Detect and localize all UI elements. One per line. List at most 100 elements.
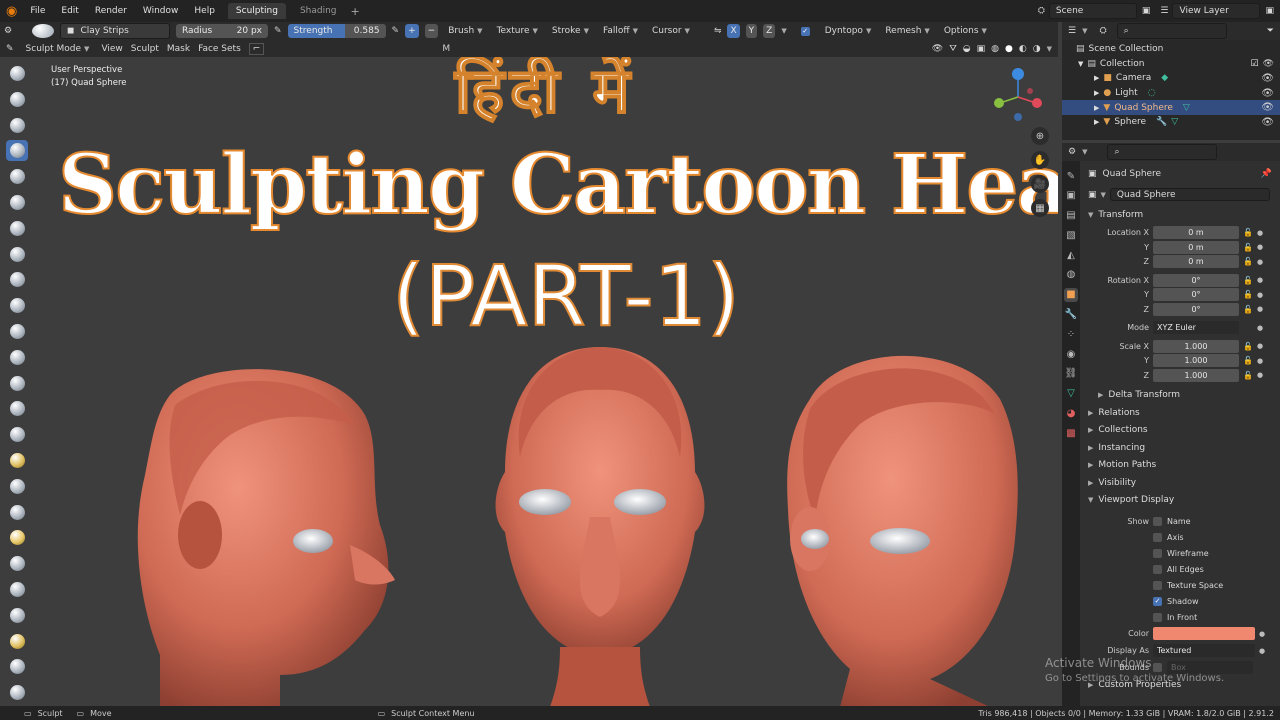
brush-preview-icon[interactable] [32, 24, 54, 38]
symmetry-x-toggle[interactable]: X [727, 24, 740, 38]
keyframe-dot-icon[interactable]: ● [1257, 243, 1265, 251]
lock-icon[interactable]: 🔓 [1243, 290, 1253, 299]
chevron-down-icon[interactable]: ▼ [1082, 148, 1087, 156]
new-scene-icon[interactable]: ▣ [1142, 6, 1151, 16]
checkbox-icon[interactable]: ☑ [1250, 59, 1258, 69]
modifier-tab-icon[interactable]: 🔧 [1064, 308, 1078, 322]
rotation-mode-select[interactable]: XYZ Euler [1153, 321, 1239, 335]
lock-icon[interactable]: 🔓 [1243, 243, 1253, 252]
direction-add-button[interactable]: + [405, 24, 419, 38]
outliner-row-sphere[interactable]: ▶ ▼ Sphere 🔧 ▽ 👁 [1062, 115, 1280, 130]
tool-scrape[interactable] [6, 373, 28, 394]
lock-icon[interactable]: 🔓 [1243, 342, 1253, 351]
tab-sculpting[interactable]: Sculpting [227, 3, 286, 19]
brush-selector[interactable]: ◼ Clay Strips [60, 23, 170, 39]
chevron-right-icon[interactable]: ▶ [1094, 118, 1099, 126]
tool-fill[interactable] [6, 347, 28, 368]
eye-icon[interactable]: 👁 [1263, 59, 1274, 69]
eye-icon[interactable]: 👁 [1261, 117, 1274, 128]
dyntopo-checkbox[interactable]: ✓ [800, 26, 810, 36]
new-view-layer-icon[interactable]: ▣ [1265, 6, 1274, 16]
pin-icon[interactable]: 📌 [1261, 169, 1272, 179]
tab-shading[interactable]: Shading [292, 3, 345, 19]
chevron-down-icon[interactable]: ▼ [1101, 191, 1106, 199]
symmetry-y-toggle[interactable]: Y [745, 24, 758, 38]
render-tab-icon[interactable]: ▣ [1064, 189, 1078, 203]
menu-stroke[interactable]: Stroke ▼ [548, 26, 593, 36]
panel-relations[interactable]: ▶ Relations [1080, 404, 1280, 422]
data-tab-icon[interactable]: ▽ [1064, 387, 1078, 401]
menu-dyntopo[interactable]: Dyntopo ▼ [821, 26, 876, 36]
color-swatch[interactable] [1153, 627, 1255, 640]
3d-viewport[interactable]: User Perspective (17) Quad Sphere हिंदी … [0, 57, 1058, 706]
tool-draw[interactable] [6, 63, 28, 84]
output-tab-icon[interactable]: ▤ [1064, 209, 1078, 223]
filter-icon[interactable]: ⏷ [1267, 26, 1274, 36]
show-all-edges-checkbox[interactable] [1153, 564, 1162, 574]
particles-tab-icon[interactable]: ⁘ [1064, 327, 1078, 341]
outliner-row-scene-collection[interactable]: ▤ Scene Collection [1062, 42, 1280, 57]
tool-clay-thumb[interactable] [6, 166, 28, 187]
lock-icon[interactable]: 🔓 [1243, 276, 1253, 285]
navigation-gizmo[interactable] [990, 65, 1046, 121]
outliner-row-quad-sphere[interactable]: ▶ ▼ Quad Sphere ▽ 👁 [1062, 100, 1280, 115]
chevron-right-icon[interactable]: ▶ [1094, 104, 1099, 112]
eye-icon[interactable]: 👁 [1261, 73, 1274, 84]
direction-subtract-button[interactable]: − [424, 24, 439, 38]
keyframe-dot-icon[interactable]: ● [1257, 357, 1265, 365]
show-name-checkbox[interactable] [1153, 516, 1162, 526]
location-y-field[interactable]: 0 m [1153, 240, 1239, 254]
scale-y-field[interactable]: 1.000 [1153, 354, 1239, 368]
rotation-z-field[interactable]: 0° [1153, 302, 1239, 316]
show-in-front-checkbox[interactable] [1153, 612, 1162, 622]
menu-falloff[interactable]: Falloff ▼ [599, 26, 642, 36]
lock-icon[interactable]: 🔓 [1243, 305, 1253, 314]
scene-tab-icon[interactable]: ◭ [1064, 248, 1078, 262]
add-workspace-button[interactable]: + [351, 5, 360, 18]
menu-window[interactable]: Window [136, 3, 186, 19]
editor-type-icon[interactable]: ☰ [1068, 26, 1076, 36]
xray-icon[interactable]: ▣ [977, 44, 986, 54]
material-shading-icon[interactable]: ◐ [1019, 44, 1027, 54]
tool-cloth[interactable] [6, 682, 28, 703]
show-texture-space-checkbox[interactable] [1153, 580, 1162, 590]
menu-help[interactable]: Help [187, 3, 222, 19]
world-tab-icon[interactable]: ◍ [1064, 268, 1078, 282]
symmetry-z-toggle[interactable]: Z [763, 24, 776, 38]
show-wireframe-checkbox[interactable] [1153, 548, 1162, 558]
visibility-icon[interactable]: 👁 [932, 44, 943, 54]
outliner-row-light[interactable]: ▶ ● Light ◌ 👁 [1062, 86, 1280, 101]
tool-grab[interactable] [6, 450, 28, 471]
tool-elastic-deform[interactable] [6, 476, 28, 497]
eye-icon[interactable]: 👁 [1261, 88, 1274, 99]
scene-selector[interactable]: Scene [1048, 3, 1137, 19]
wireframe-shading-icon[interactable]: ◍ [991, 44, 999, 54]
menu-texture[interactable]: Texture ▼ [493, 26, 542, 36]
radius-pressure-icon[interactable]: ✎ [274, 26, 282, 36]
tool-options-icon[interactable]: ⚙ [4, 26, 26, 36]
tool-rotate[interactable] [6, 605, 28, 626]
menu-face-sets[interactable]: Face Sets [198, 44, 241, 54]
perspective-grid-icon[interactable]: ▦ [1031, 199, 1049, 217]
outliner-row-collection[interactable]: ▼ ▤ Collection ☑ 👁 [1062, 57, 1280, 72]
keyframe-dot-icon[interactable]: ● [1259, 647, 1267, 655]
snap-icon[interactable]: ⌐ [248, 42, 265, 55]
keyframe-dot-icon[interactable]: ● [1257, 258, 1265, 266]
scale-z-field[interactable]: 1.000 [1153, 368, 1239, 382]
tool-clay[interactable] [6, 115, 28, 136]
rotation-y-field[interactable]: 0° [1153, 288, 1239, 302]
panel-collections[interactable]: ▶ Collections [1080, 422, 1280, 440]
chevron-down-icon[interactable]: ▼ [1082, 27, 1087, 35]
tool-multiplane-scrape[interactable] [6, 398, 28, 419]
rotation-x-field[interactable]: 0° [1153, 273, 1239, 287]
tool-slide-relax[interactable] [6, 631, 28, 652]
lock-icon[interactable]: 🔓 [1243, 371, 1253, 380]
panel-motion-paths[interactable]: ▶ Motion Paths [1080, 457, 1280, 475]
menu-render[interactable]: Render [88, 3, 134, 19]
menu-sculpt[interactable]: Sculpt [131, 44, 159, 54]
keyframe-dot-icon[interactable]: ● [1257, 342, 1265, 350]
outliner-row-camera[interactable]: ▶ ■ Camera ◆ 👁 [1062, 71, 1280, 86]
keyframe-dot-icon[interactable]: ● [1257, 305, 1265, 313]
tool-inflate[interactable] [6, 218, 28, 239]
tool-draw-sharp[interactable] [6, 89, 28, 110]
